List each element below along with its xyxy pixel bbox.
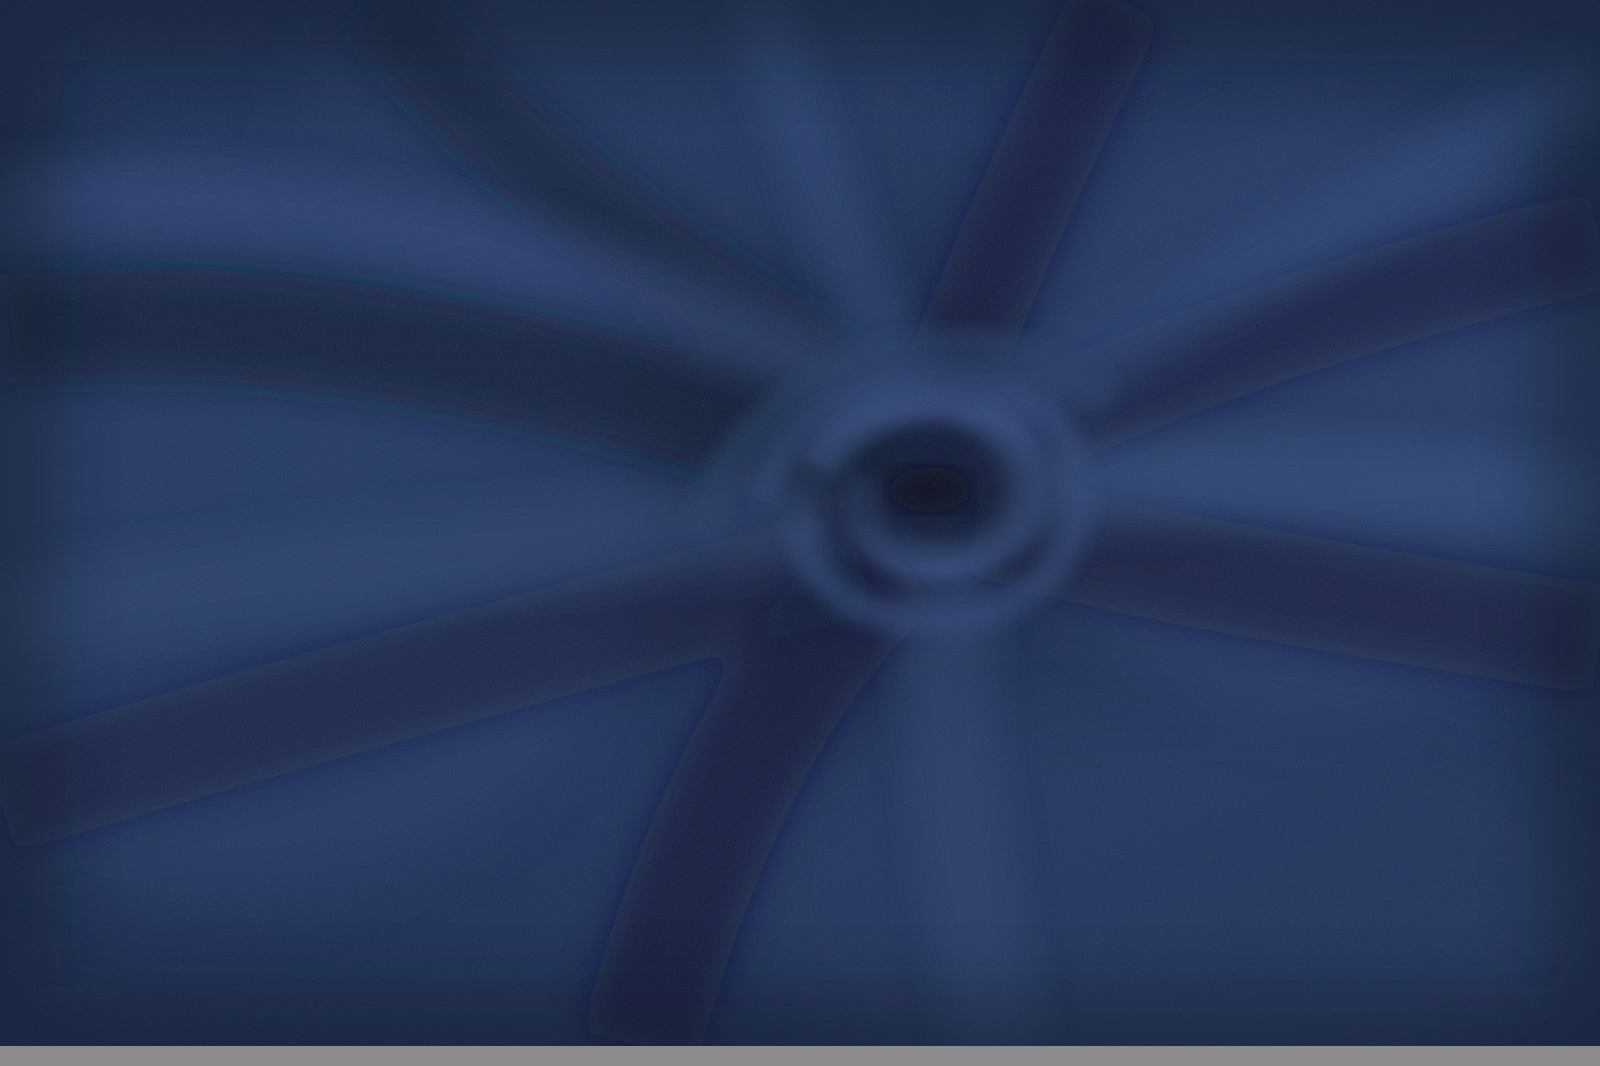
fabric-swirl-illustration	[0, 0, 1600, 1046]
fabric-photo	[0, 0, 1600, 1046]
bottom-gray-strip	[0, 1046, 1600, 1066]
